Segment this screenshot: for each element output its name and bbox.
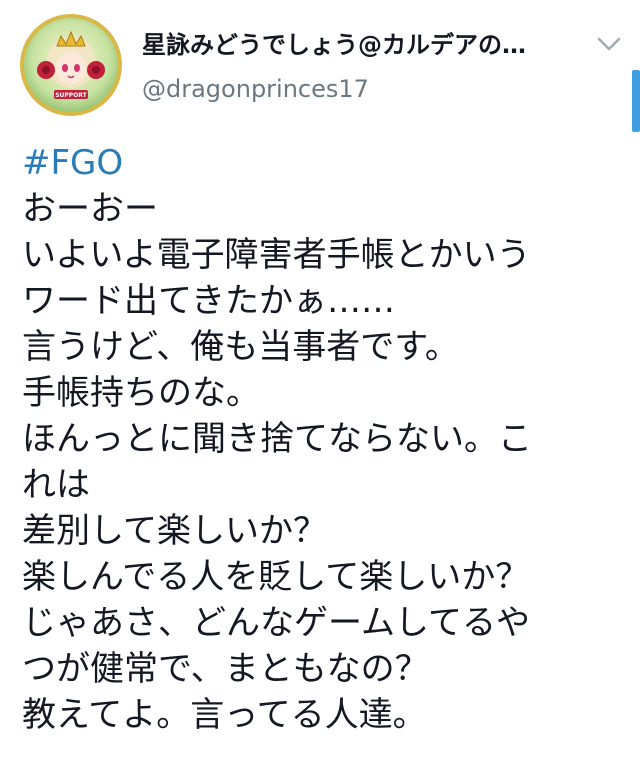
avatar-illustration: SUPPORT: [37, 30, 105, 99]
tweet-line: つが健常で、まともなの？: [22, 649, 429, 689]
tweet-line: ほんっとに聞き捨てならない。こ: [22, 419, 532, 459]
chevron-down-icon: [597, 37, 621, 51]
avatar[interactable]: SUPPORT: [20, 14, 122, 116]
tweet-line: じゃあさ、どんなゲームしてるや: [22, 603, 530, 643]
tweet-line: 手帳持ちのな。: [22, 373, 260, 413]
hashtag-link[interactable]: #FGO: [22, 140, 622, 186]
tweet-menu-button[interactable]: [596, 34, 622, 54]
tweet-header: SUPPORT 星詠みどうでしょう@カルデアの… @dragonprinces1…: [0, 0, 640, 132]
tweet-line: 教えてよ。言ってる人達。: [22, 695, 427, 735]
tweet-line: 言うけど、俺も当事者です。: [22, 327, 459, 367]
tweet-line: 楽しんでる人を貶して楽しいか？: [22, 557, 530, 597]
tweet-line: 差別して楽しいか？: [22, 511, 327, 551]
tweet-line: おーおー: [22, 189, 158, 229]
tweet-line: れは: [22, 465, 90, 505]
tweet-text: #FGO おーおー いよいよ電子障害者手帳とかいう ワード出てきたかぁ…… 言う…: [22, 140, 622, 738]
scrollbar-thumb[interactable]: [632, 70, 640, 132]
username[interactable]: @dragonprinces17: [142, 74, 369, 104]
display-name[interactable]: 星詠みどうでしょう@カルデアの…: [142, 30, 526, 60]
avatar-badge-text: SUPPORT: [55, 92, 87, 99]
tweet-line: いよいよ電子障害者手帳とかいう: [22, 235, 531, 275]
tweet-line: ワード出てきたかぁ……: [22, 281, 395, 321]
